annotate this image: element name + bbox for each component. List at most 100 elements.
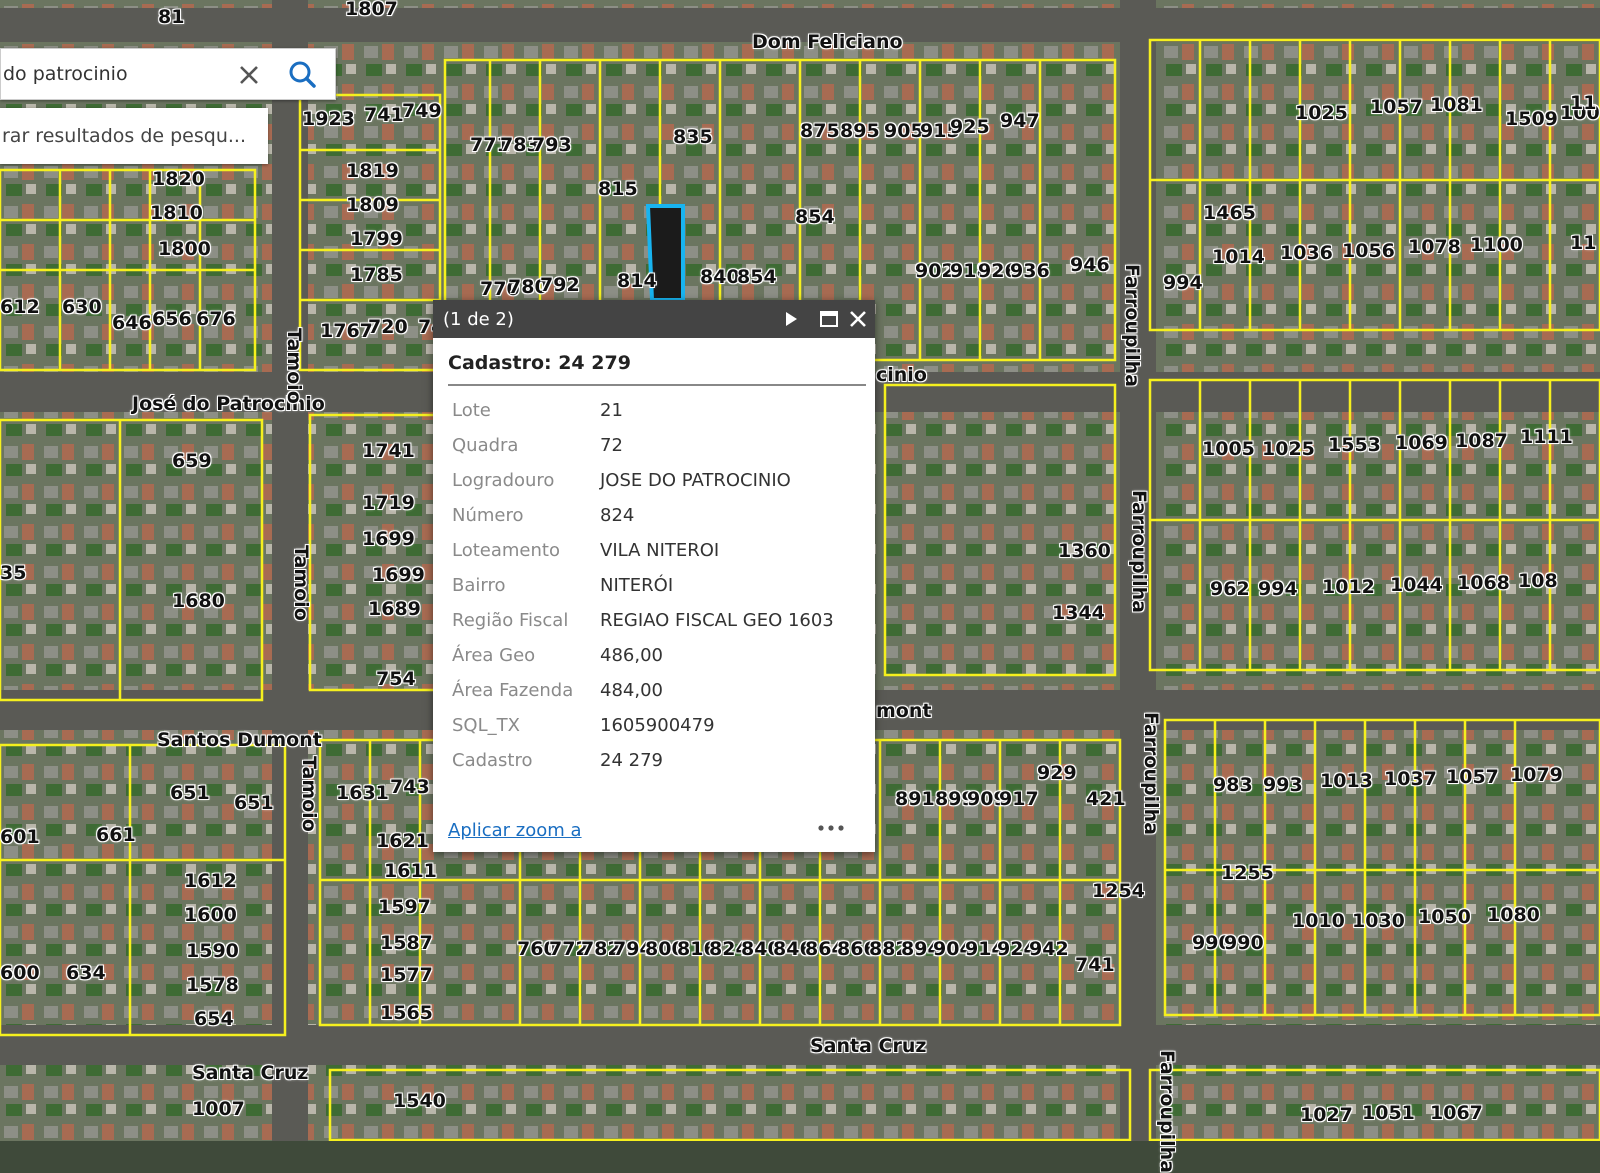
- attribute-key: Loteamento: [452, 540, 560, 561]
- street-tamoio-3: Tamoio: [298, 756, 320, 832]
- close-icon[interactable]: [845, 306, 871, 332]
- parcel-number-label: 942: [1029, 938, 1069, 960]
- parcel-number-label: 1699: [362, 528, 415, 550]
- attribute-key: Lote: [452, 400, 491, 421]
- parcel-number-label: 994: [1163, 272, 1203, 294]
- attribute-value: NITERÓI: [600, 575, 674, 596]
- parcel-number-label: 1809: [346, 194, 399, 216]
- parcel-number-label: 1820: [152, 168, 205, 190]
- parcel-number-label: 1465: [1203, 202, 1256, 224]
- search-widget: [0, 48, 336, 100]
- parcel-number-label: 1025: [1295, 102, 1348, 124]
- parcel-number-label: 1025: [1262, 438, 1315, 460]
- parcel-number-label: 108: [1518, 570, 1558, 592]
- parcel-number-label: 676: [196, 308, 236, 330]
- parcel-number-label: 651: [234, 792, 274, 814]
- close-icon[interactable]: [235, 61, 263, 89]
- attribute-key: SQL_TX: [452, 715, 520, 736]
- attribute-key: Cadastro: [452, 750, 533, 771]
- parcel-number-label: 1565: [380, 1002, 433, 1024]
- street-dom-feliciano: Dom Feliciano: [752, 31, 903, 53]
- street-farroupilha-1: Farroupilha: [1121, 264, 1143, 387]
- attribute-key: Logradouro: [452, 470, 555, 491]
- parcel-number-label: 1069: [1395, 432, 1448, 454]
- parcel-number-label: 1689: [368, 598, 421, 620]
- parcel-number-label: 1611: [384, 860, 437, 882]
- parcel-number-label: 754: [376, 668, 416, 690]
- parcel-number-label: 1577: [380, 964, 433, 986]
- parcel-number-label: 1051: [1362, 1102, 1415, 1124]
- parcel-number-label: 1087: [1455, 430, 1508, 452]
- parcel-number-label: 917: [999, 788, 1039, 810]
- parcel-number-label: 35: [0, 562, 27, 584]
- attribute-value: 21: [600, 400, 623, 421]
- popup-title: Cadastro: 24 279: [448, 352, 631, 374]
- parcel-number-label: 11: [1570, 92, 1597, 114]
- parcel-number-label: 936: [1010, 260, 1050, 282]
- parcel-number-label: 902: [915, 260, 955, 282]
- parcel-number-label: 1590: [186, 940, 239, 962]
- zoom-to-link[interactable]: Aplicar zoom a: [448, 820, 582, 841]
- parcel-number-label: 947: [1000, 110, 1040, 132]
- parcel-number-label: 891: [895, 788, 935, 810]
- parcel-number-label: 1553: [1328, 434, 1381, 456]
- search-icon[interactable]: [273, 53, 333, 97]
- parcel-number-label: 946: [1070, 254, 1110, 276]
- ellipsis-icon[interactable]: [811, 816, 851, 840]
- parcel-number-label: 1680: [172, 590, 225, 612]
- parcel-number-label: 81: [158, 6, 185, 28]
- parcel-number-label: 1819: [346, 160, 399, 182]
- attribute-row: SQL_TX 1605900479: [448, 715, 868, 745]
- title-divider: [448, 384, 866, 386]
- parcel-number-label: 994: [1258, 578, 1298, 600]
- popup-pager: (1 de 2): [443, 309, 514, 330]
- parcel-number-label: 983: [1213, 774, 1253, 796]
- attribute-row: Cadastro 24 279: [448, 750, 868, 780]
- parcel-number-label: 929: [1037, 762, 1077, 784]
- street-farroupilha-2: Farroupilha: [1128, 490, 1150, 613]
- search-input[interactable]: [1, 49, 231, 99]
- parcel-number-label: 990: [1224, 932, 1264, 954]
- parcel-number-label: 11: [1570, 232, 1597, 254]
- parcel-number-label: 993: [1263, 774, 1303, 796]
- attribute-value: 1605900479: [600, 715, 715, 736]
- attribute-key: Número: [452, 505, 524, 526]
- parcel-number-label: 835: [673, 126, 713, 148]
- attribute-value: 24 279: [600, 750, 663, 771]
- parcel-number-label: 1255: [1221, 862, 1274, 884]
- parcel-number-label: 1612: [184, 870, 237, 892]
- parcel-number-label: 1799: [350, 228, 403, 250]
- play-icon[interactable]: [778, 306, 804, 332]
- parcel-number-label: 1007: [192, 1098, 245, 1120]
- parcel-number-label: 1067: [1430, 1102, 1483, 1124]
- attribute-key: Quadra: [452, 435, 519, 456]
- parcel-number-label: 1800: [158, 238, 211, 260]
- parcel-number-label: 1013: [1320, 770, 1373, 792]
- parcel-number-label: 743: [390, 776, 430, 798]
- parcel-number-label: 600: [0, 962, 40, 984]
- attribute-key: Bairro: [452, 575, 506, 596]
- popup-header: (1 de 2): [433, 300, 875, 338]
- parcel-number-label: 1597: [378, 896, 431, 918]
- attribute-value: 486,00: [600, 645, 663, 666]
- parcel-number-label: 1587: [380, 932, 433, 954]
- search-suggestion[interactable]: rar resultados de pesqu...: [0, 108, 268, 164]
- parcel-number-label: 1005: [1202, 438, 1255, 460]
- parcel-number-label: 634: [66, 962, 106, 984]
- parcel-number-label: 651: [170, 782, 210, 804]
- parcel-number-label: 1810: [150, 202, 203, 224]
- parcel-number-label: 1081: [1430, 94, 1483, 116]
- parcel-number-label: 1010: [1292, 910, 1345, 932]
- parcel-number-label: 1540: [393, 1090, 446, 1112]
- street-santos-dumont: Santos Dumont: [157, 729, 322, 751]
- attribute-key: Área Fazenda: [452, 680, 574, 701]
- parcel-number-label: 612: [0, 296, 40, 318]
- parcel-number-label: 661: [96, 824, 136, 846]
- parcel-number-label: 1578: [186, 974, 239, 996]
- parcel-number-label: 1057: [1370, 96, 1423, 118]
- street-santos-dumont-right: mont: [876, 700, 932, 722]
- parcel-number-label: 1080: [1487, 904, 1540, 926]
- parcel-number-label: 1254: [1092, 880, 1145, 902]
- parcel-number-label: 1078: [1408, 236, 1461, 258]
- maximize-icon[interactable]: [816, 306, 842, 332]
